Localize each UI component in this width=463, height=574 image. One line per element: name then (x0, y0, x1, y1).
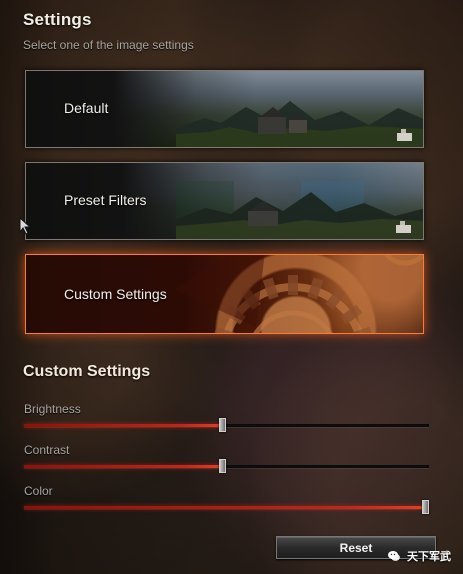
landscape-preview-icon (176, 101, 423, 147)
settings-panel: Settings Select one of the image setting… (0, 0, 463, 574)
custom-settings-option-label: Custom Settings (64, 286, 167, 302)
color-fill (24, 506, 425, 509)
color-label: Color (24, 484, 53, 498)
preset-filters-option-label: Preset Filters (64, 192, 147, 208)
default-option-label: Default (64, 100, 109, 116)
image-setting-custom-settings[interactable]: Custom Settings (25, 254, 424, 334)
contrast-track (24, 465, 429, 468)
brightness-slider[interactable] (24, 418, 429, 432)
gear-icon (175, 255, 423, 333)
brightness-track (24, 424, 429, 427)
watermark: 天下军武 (387, 548, 451, 564)
page-title: Settings (23, 10, 92, 29)
brightness-fill (24, 424, 223, 427)
image-setting-preset-filters[interactable]: Preset Filters (25, 162, 424, 240)
contrast-fill (24, 465, 223, 468)
brightness-label: Brightness (24, 402, 81, 416)
filter-preview-icon (176, 181, 423, 239)
contrast-slider[interactable] (24, 459, 429, 473)
image-setting-default[interactable]: Default (25, 70, 424, 148)
color-track (24, 506, 429, 509)
mouse-cursor-icon (19, 217, 31, 235)
brightness-slider-handle[interactable] (219, 418, 227, 432)
custom-settings-title: Custom Settings (23, 363, 151, 380)
color-slider[interactable] (24, 500, 429, 514)
contrast-label: Contrast (24, 443, 70, 457)
color-slider-handle[interactable] (421, 500, 429, 514)
watermark-text: 天下军武 (407, 551, 451, 563)
wechat-icon (388, 551, 400, 561)
page-subtitle: Select one of the image settings (23, 38, 194, 52)
contrast-slider-handle[interactable] (219, 459, 227, 473)
image-settings-screen: Settings Select one of the image setting… (0, 0, 463, 574)
